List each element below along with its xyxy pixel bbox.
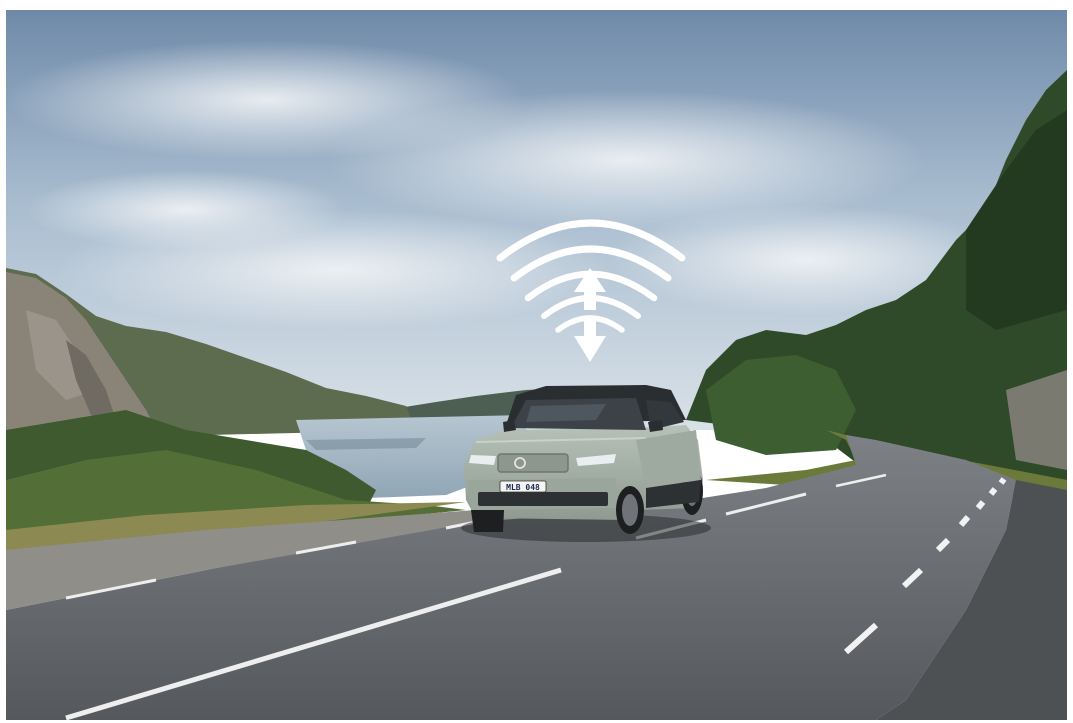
road-trip-photo: MLB 048 [6, 10, 1067, 720]
photo-frame: MLB 048 [6, 10, 1067, 720]
license-plate-text: MLB 048 [506, 483, 540, 492]
grille [497, 453, 569, 473]
front-wheel-left [471, 510, 504, 532]
